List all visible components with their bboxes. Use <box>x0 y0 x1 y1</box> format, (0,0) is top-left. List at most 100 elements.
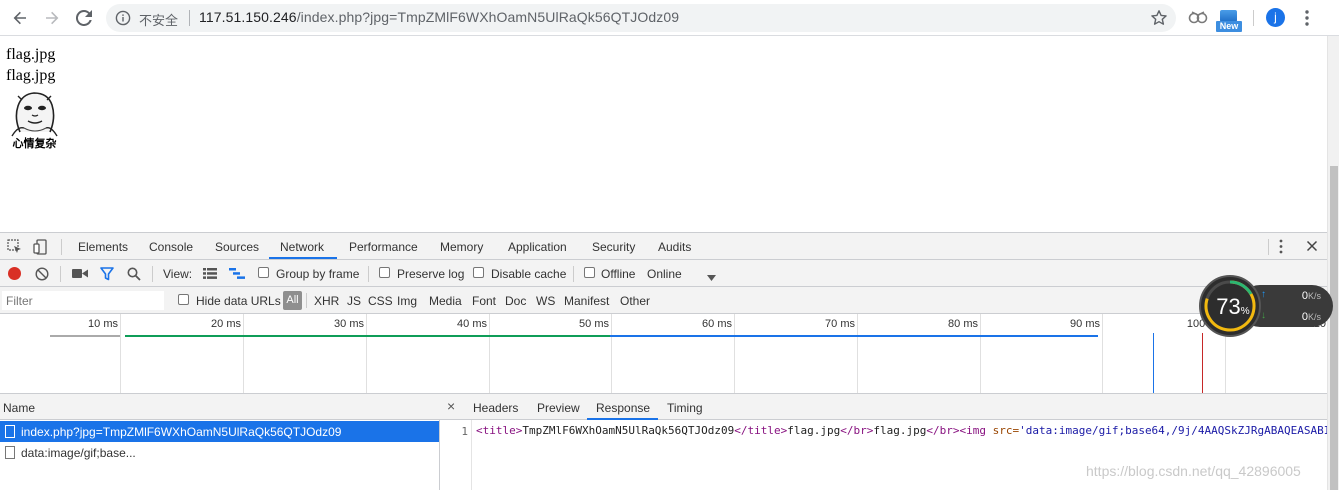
filter-manifest[interactable]: Manifest <box>564 294 609 308</box>
detail-tab-bar: × Headers Preview Response Timing <box>440 394 1327 420</box>
filter-img[interactable]: Img <box>397 294 417 308</box>
menu-dots-icon[interactable] <box>1299 9 1315 27</box>
line-number: 1 <box>461 425 468 438</box>
response-body[interactable]: <title>TmpZMlF6WXhOamN5UlRaQk56QTJOdz09<… <box>476 424 1327 437</box>
code-value: 'data:image/gif;base64,/9j/4AAQSkZJRgABA… <box>1019 424 1327 437</box>
record-icon[interactable] <box>8 267 21 280</box>
url-path: /index.php?jpg=TmpZMlF6WXhOamN5UlRaQk56Q… <box>296 9 680 25</box>
devtools-panel: Elements Console Sources Network Perform… <box>0 232 1327 490</box>
download-unit: K/s <box>1307 312 1321 322</box>
hide-data-urls-checkbox[interactable] <box>178 294 189 305</box>
filter-media[interactable]: Media <box>429 294 462 308</box>
tab-sources[interactable]: Sources <box>215 240 259 254</box>
devtools-menu-icon[interactable] <box>1278 239 1284 257</box>
toolbar-divider <box>1253 10 1254 26</box>
profile-avatar[interactable]: j <box>1266 8 1285 27</box>
web-page: flag.jpg flag.jpg 心情复杂 <box>0 36 1327 232</box>
close-icon[interactable]: × <box>447 398 455 414</box>
toolbar-divider <box>60 266 61 282</box>
timeline-gridline <box>980 314 981 393</box>
url-text[interactable]: 117.51.150.246/index.php?jpg=TmpZMlF6WXh… <box>199 9 679 25</box>
timeline-tick: 80 ms <box>948 318 978 330</box>
throttling-select[interactable]: Online <box>647 267 682 281</box>
tab-preview[interactable]: Preview <box>537 401 580 415</box>
tab-memory[interactable]: Memory <box>440 240 483 254</box>
video-camera-icon[interactable] <box>72 268 88 282</box>
view-label: View: <box>163 267 193 281</box>
tab-divider <box>1268 239 1269 255</box>
group-by-frame-label: Group by frame <box>276 267 360 281</box>
inspect-element-icon[interactable] <box>7 239 22 257</box>
offline-label: Offline <box>601 267 636 281</box>
tab-network[interactable]: Network <box>280 240 324 254</box>
filter-all-button[interactable]: All <box>283 291 302 310</box>
timeline-tick: 50 ms <box>579 318 609 330</box>
offline-checkbox[interactable] <box>584 267 595 278</box>
timeline-gridline <box>120 314 121 393</box>
active-detail-tab-indicator <box>587 418 658 420</box>
tab-response[interactable]: Response <box>596 401 650 415</box>
security-label[interactable]: 不安全 <box>139 10 178 29</box>
device-toolbar-icon[interactable] <box>33 239 48 258</box>
tab-elements[interactable]: Elements <box>78 240 128 254</box>
back-arrow-icon[interactable] <box>8 6 32 30</box>
filter-bar: Hide data URLs All XHR JS CSS Img Media … <box>0 287 1327 314</box>
code-tag: <title> <box>476 424 523 437</box>
timeline-gridline <box>1102 314 1103 393</box>
filter-input[interactable] <box>2 291 164 310</box>
chevron-down-icon[interactable] <box>707 270 716 284</box>
new-extension-badge[interactable]: New <box>1216 10 1242 32</box>
filter-js[interactable]: JS <box>347 294 361 308</box>
large-rows-icon[interactable] <box>203 268 217 282</box>
extension-icon[interactable] <box>1187 7 1209 30</box>
download-arrow-icon: ↓ <box>1261 310 1266 321</box>
timeline-gridline <box>734 314 735 393</box>
tab-application[interactable]: Application <box>508 240 567 254</box>
tab-divider <box>61 239 62 255</box>
filter-divider <box>306 293 307 308</box>
timeline-overview[interactable]: 10 ms 20 ms 30 ms 40 ms 50 ms 60 ms 70 m… <box>0 314 1327 394</box>
preserve-log-checkbox[interactable] <box>379 267 390 278</box>
search-icon[interactable] <box>127 267 141 284</box>
filter-font[interactable]: Font <box>472 294 496 308</box>
name-column-header[interactable]: Name <box>0 394 440 420</box>
tab-audits[interactable]: Audits <box>658 240 691 254</box>
timeline-gridline <box>611 314 612 393</box>
reload-icon[interactable] <box>72 6 96 30</box>
address-bar[interactable]: 不安全 117.51.150.246/index.php?jpg=TmpZMlF… <box>106 4 1176 32</box>
clear-icon[interactable] <box>35 267 49 284</box>
filter-xhr[interactable]: XHR <box>314 294 339 308</box>
upload-speed: 0K/s <box>1302 290 1321 302</box>
meme-face-drawing <box>11 92 58 137</box>
code-tag: </br> <box>840 424 874 437</box>
network-speed-widget[interactable]: 0K/s 0K/s ↑ ↓ 73% <box>1199 275 1333 337</box>
code-tag: </br> <box>926 424 960 437</box>
image-file-icon <box>5 446 15 459</box>
star-icon[interactable] <box>1150 9 1168 27</box>
timeline-ttfb-bar <box>125 335 610 337</box>
code-text: flag.jpg <box>787 424 841 437</box>
filter-doc[interactable]: Doc <box>505 294 526 308</box>
group-by-frame-checkbox[interactable] <box>258 267 269 278</box>
tab-performance[interactable]: Performance <box>349 240 418 254</box>
toolbar-divider <box>368 266 369 282</box>
disable-cache-checkbox[interactable] <box>473 267 484 278</box>
request-row[interactable]: data:image/gif;base... <box>0 442 439 463</box>
info-icon[interactable] <box>115 10 131 26</box>
filter-other[interactable]: Other <box>620 294 650 308</box>
filter-css[interactable]: CSS <box>368 294 393 308</box>
page-scrollbar[interactable] <box>1327 36 1339 490</box>
watermark: https://blog.csdn.net/qq_42896005 <box>1086 463 1301 479</box>
request-row[interactable]: index.php?jpg=TmpZMlF6WXhOamN5UlRaQk56QT… <box>0 421 439 442</box>
tab-timing[interactable]: Timing <box>667 401 703 415</box>
filter-ws[interactable]: WS <box>536 294 555 308</box>
waterfall-icon[interactable] <box>229 268 245 282</box>
tab-security[interactable]: Security <box>592 240 635 254</box>
tab-console[interactable]: Console <box>149 240 193 254</box>
request-name: index.php?jpg=TmpZMlF6WXhOamN5UlRaQk56QT… <box>21 425 342 439</box>
timeline-gridline <box>857 314 858 393</box>
filter-icon[interactable] <box>100 267 114 284</box>
close-devtools-icon[interactable] <box>1306 240 1318 255</box>
tab-headers[interactable]: Headers <box>473 401 518 415</box>
forward-arrow-icon[interactable] <box>40 6 64 30</box>
